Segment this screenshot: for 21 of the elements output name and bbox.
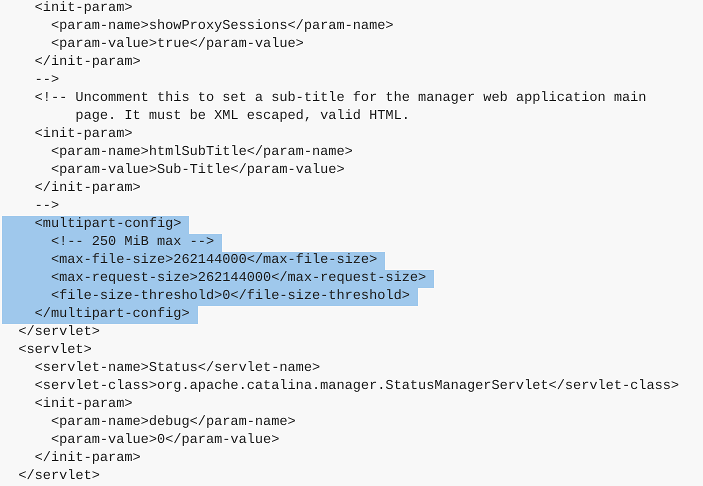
- code-line: <servlet>: [17, 342, 92, 360]
- code-line: <init-param>: [34, 396, 133, 414]
- code-line: <param-name>debug</param-name>: [50, 414, 296, 432]
- code-line: <!-- Uncomment this to set a sub-title for the manager web application main: [34, 90, 646, 108]
- code-line: -->: [34, 72, 60, 90]
- code-line: <init-param>: [34, 0, 133, 18]
- code-line: -->: [34, 198, 60, 216]
- code-line: </servlet>: [17, 468, 100, 486]
- code-line: <param-value>0</param-value>: [50, 432, 280, 450]
- code-line: <param-value>true</param-value>: [50, 36, 304, 54]
- code-line: <param-value>Sub-Title</param-value>: [50, 162, 345, 180]
- code-line: <init-param>: [34, 126, 133, 144]
- code-line: </init-param>: [34, 54, 141, 72]
- code-line: </servlet>: [17, 324, 100, 342]
- code-line: <param-name>showProxySessions</param-name>: [50, 18, 394, 36]
- code-line: <servlet-class>org.apache.catalina.manager.StatusManagerServlet</servlet-class>: [34, 378, 680, 396]
- code-line: <param-name>htmlSubTitle</param-name>: [50, 144, 353, 162]
- code-line: <servlet-name>Status</servlet-name>: [34, 360, 320, 378]
- code-line: page. It must be XML escaped, valid HTML.: [74, 108, 410, 126]
- code-line: </init-param>: [34, 450, 141, 468]
- code-line: </init-param>: [34, 180, 141, 198]
